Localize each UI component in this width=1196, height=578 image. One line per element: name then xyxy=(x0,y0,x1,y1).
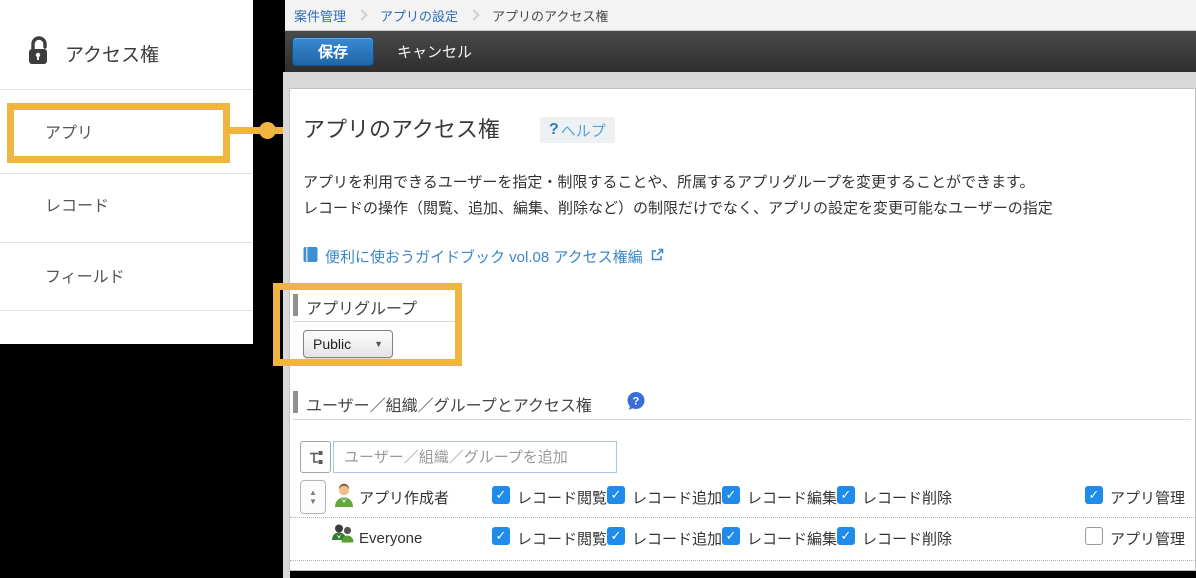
annotation-connector-dot xyxy=(259,122,276,139)
checkbox-record-add-row2[interactable]: ✓ xyxy=(607,527,625,545)
settings-sidebar: アクセス権 アプリ レコード フィールド xyxy=(0,0,253,344)
checkbox-label: レコード閲覧 xyxy=(517,487,607,508)
arrow-down-icon: ▼ xyxy=(309,498,317,505)
divider xyxy=(0,242,253,243)
book-icon xyxy=(303,246,318,267)
checkbox-record-edit-row2[interactable]: ✓ xyxy=(722,527,740,545)
image-crop-edge xyxy=(290,571,1196,578)
checkbox-label: レコード削除 xyxy=(862,487,952,508)
acl-heading: ユーザー／組織／グループとアクセス権 xyxy=(306,392,592,416)
guidebook-link-label: 便利に使おうガイドブック vol.08 アクセス権編 xyxy=(325,246,643,267)
checkbox-label: レコード編集 xyxy=(747,487,837,508)
checkbox-record-add-row1[interactable]: ✓ xyxy=(607,486,625,504)
screenshot-root: アクセス権 アプリ レコード フィールド 案件管理 アプリの設定 アプリのアクセ… xyxy=(0,0,1196,578)
sidebar-section-header: アクセス権 xyxy=(26,36,159,71)
description-line-1: アプリを利用できるユーザーを指定・制限することや、所属するアプリグループを変更す… xyxy=(303,170,1196,196)
save-button[interactable]: 保存 xyxy=(292,37,374,66)
acl-row-name: アプリ作成者 xyxy=(359,487,449,508)
page-title: アプリのアクセス権 xyxy=(303,112,500,144)
breadcrumb-link-app-management[interactable]: 案件管理 xyxy=(294,6,346,25)
row-divider xyxy=(290,560,1196,561)
cancel-button[interactable]: キャンセル xyxy=(397,41,472,62)
checkbox-record-delete-row1[interactable]: ✓ xyxy=(837,486,855,504)
checkbox-label: レコード閲覧 xyxy=(517,528,607,549)
page-description: アプリを利用できるユーザーを指定・制限することや、所属するアプリグループを変更す… xyxy=(303,170,1196,222)
sidebar-item-record[interactable]: レコード xyxy=(45,192,109,216)
user-avatar-icon xyxy=(334,482,354,513)
content-background xyxy=(283,72,1196,89)
checkbox-label: レコード編集 xyxy=(747,528,837,549)
sidebar-section-title: アクセス権 xyxy=(65,40,159,67)
divider xyxy=(0,89,253,90)
checkbox-record-view-row1[interactable]: ✓ xyxy=(492,486,510,504)
checkbox-label: レコード削除 xyxy=(862,528,952,549)
checkbox-app-manage-row2[interactable] xyxy=(1085,527,1103,545)
external-link-icon xyxy=(650,248,664,266)
checkbox-label: レコード追加 xyxy=(632,487,722,508)
unlock-icon xyxy=(26,36,52,71)
acl-row-name: Everyone xyxy=(359,530,422,547)
annotation-box-sidebar-app xyxy=(7,103,230,163)
checkbox-app-manage-row1[interactable]: ✓ xyxy=(1085,486,1103,504)
breadcrumb-separator-icon xyxy=(468,9,479,20)
checkbox-record-delete-row2[interactable]: ✓ xyxy=(837,527,855,545)
checkbox-record-view-row2[interactable]: ✓ xyxy=(492,527,510,545)
breadcrumb: 案件管理 アプリの設定 アプリのアクセス権 xyxy=(285,0,1196,31)
checkbox-label: レコード追加 xyxy=(632,528,722,549)
breadcrumb-link-app-settings[interactable]: アプリの設定 xyxy=(380,6,458,25)
help-bubble-icon[interactable]: ? xyxy=(626,391,646,411)
svg-text:?: ? xyxy=(633,396,640,408)
add-entity-input[interactable] xyxy=(333,441,617,473)
breadcrumb-separator-icon xyxy=(356,9,367,20)
divider xyxy=(0,173,253,174)
help-link-label: ヘルプ xyxy=(561,120,606,141)
arrow-up-icon: ▲ xyxy=(309,489,317,496)
row-divider xyxy=(290,517,1196,518)
help-link[interactable]: ? ヘルプ xyxy=(540,117,615,143)
annotation-box-app-group xyxy=(273,283,462,366)
reorder-spinner[interactable]: ▲ ▼ xyxy=(300,480,326,514)
org-tree-picker-button[interactable] xyxy=(300,441,331,473)
checkbox-label: アプリ管理 xyxy=(1110,487,1185,508)
section-underline xyxy=(293,419,1191,420)
group-avatar-icon xyxy=(331,523,355,550)
guidebook-link[interactable]: 便利に使おうガイドブック vol.08 アクセス権編 xyxy=(303,246,664,267)
action-toolbar: 保存 キャンセル xyxy=(285,31,1196,72)
sidebar-item-field[interactable]: フィールド xyxy=(45,263,125,287)
question-mark-icon: ? xyxy=(549,121,559,139)
breadcrumb-current-page: アプリのアクセス権 xyxy=(492,6,608,25)
divider xyxy=(0,310,253,311)
section-marker xyxy=(293,391,298,413)
checkbox-label: アプリ管理 xyxy=(1110,528,1185,549)
description-line-2: レコードの操作（閲覧、追加、編集、削除など）の制限だけでなく、アプリの設定を変更… xyxy=(303,196,1196,222)
checkbox-record-edit-row1[interactable]: ✓ xyxy=(722,486,740,504)
